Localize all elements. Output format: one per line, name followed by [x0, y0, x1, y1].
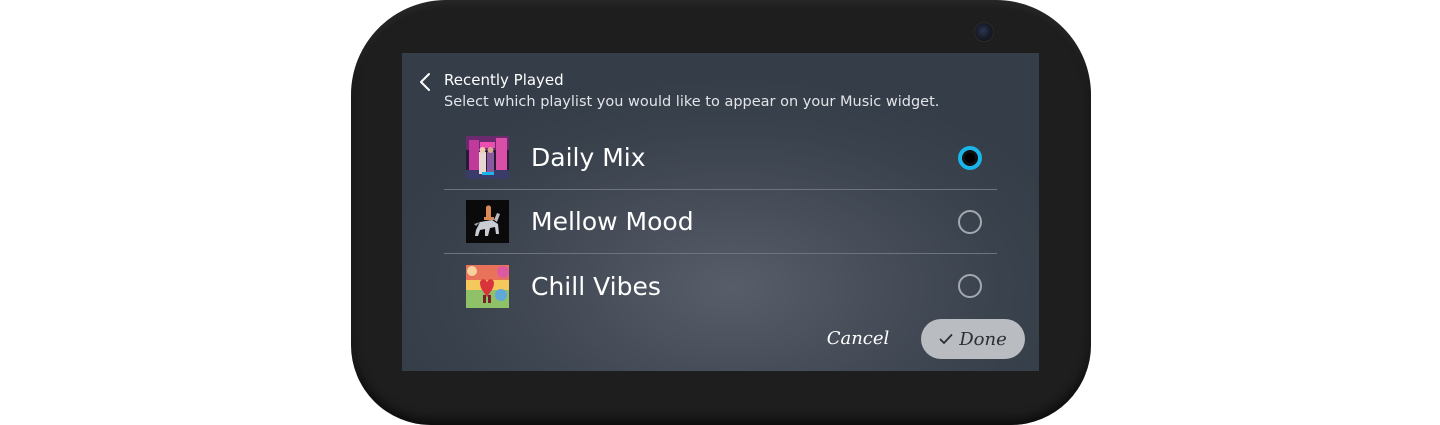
album-art-mellow-mood: [466, 200, 509, 243]
album-art-chill-vibes: [466, 264, 509, 308]
radio-unselected[interactable]: [958, 209, 982, 234]
page-title: Recently Played: [444, 71, 564, 89]
playlist-item-chill-vibes[interactable]: Chill Vibes: [444, 254, 997, 318]
album-art-daily-mix: [466, 136, 509, 179]
playlist-label: Daily Mix: [531, 143, 646, 172]
playlist-label: Chill Vibes: [531, 271, 661, 301]
radio-selected[interactable]: [958, 145, 982, 170]
playlist-label: Mellow Mood: [531, 207, 694, 236]
back-button[interactable]: [414, 70, 436, 94]
cancel-button[interactable]: Cancel: [822, 323, 894, 353]
playlist-list: Daily Mix Mellow Mood Chill Vibes: [444, 126, 997, 318]
page-subtitle: Select which playlist you would like to …: [444, 94, 940, 110]
check-icon: [939, 334, 953, 344]
playlist-item-mellow-mood[interactable]: Mellow Mood: [444, 190, 997, 254]
chevron-left-icon: [420, 73, 430, 91]
done-button[interactable]: Done: [921, 319, 1025, 359]
playlist-item-daily-mix[interactable]: Daily Mix: [444, 126, 997, 190]
radio-unselected[interactable]: [958, 274, 982, 298]
device-screen: Recently Played Select which playlist yo…: [402, 53, 1039, 371]
done-button-label: Done: [959, 328, 1007, 350]
camera-icon: [974, 22, 994, 42]
